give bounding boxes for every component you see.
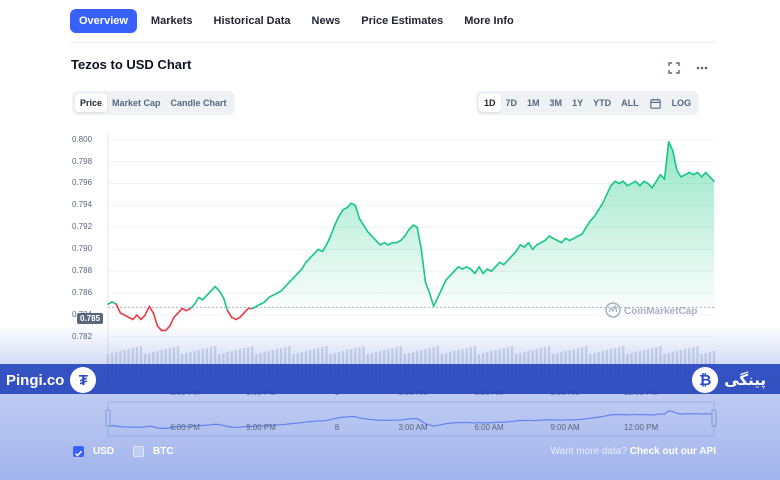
brand-left-name: Pingi.co [6, 371, 65, 389]
y-tick-label: 0.796 [72, 178, 93, 188]
price-line-segment [115, 303, 122, 314]
current-price-tag: 0.785 [77, 313, 104, 324]
usd-label[interactable]: USD [93, 446, 114, 457]
tether-logo-icon: ₮ [70, 367, 97, 393]
price-line-segment [222, 296, 229, 312]
price-chart[interactable]: CoinMarketCap [0, 0, 780, 480]
btc-label[interactable]: BTC [153, 446, 174, 457]
y-tick-label: 0.786 [72, 288, 93, 298]
navigator-tick-label: 9:00 AM [550, 423, 580, 432]
price-line-segment [169, 316, 175, 327]
y-tick-label: 0.798 [72, 156, 93, 166]
navigator-tick-label: 6:00 PM [170, 423, 200, 432]
price-line-segment [202, 294, 208, 301]
price-line-segment [136, 314, 142, 321]
bitcoin-logo-icon: ₿ [692, 367, 719, 393]
price-line-segment [218, 290, 225, 299]
usd-checkbox[interactable] [73, 446, 84, 457]
navigator-tick-label: 8 [334, 423, 340, 432]
y-tick-label: 0.782 [72, 332, 93, 342]
price-line-segment [177, 307, 184, 314]
price-line-segment [156, 325, 163, 332]
brand-right: ₿ پینگی [686, 367, 766, 393]
api-link[interactable]: Check out our API [630, 446, 716, 457]
y-tick-label: 0.790 [72, 244, 93, 254]
price-line-segment [193, 296, 200, 305]
price-line-segment [226, 309, 233, 319]
price-line-segment [140, 314, 146, 321]
y-tick-label: 0.794 [72, 200, 93, 210]
navigator-tick-label: 3:00 AM [398, 423, 428, 432]
watermark-text: CoinMarketCap [624, 306, 697, 317]
brand-bar [0, 364, 780, 394]
navigator-handle-right [711, 409, 717, 427]
price-line-segment [131, 314, 138, 321]
y-tick-label: 0.788 [72, 266, 93, 276]
navigator-tick-label: 9:00 PM [246, 423, 276, 432]
btc-checkbox[interactable] [133, 446, 144, 457]
api-prompt: Want more data? Check out our API [551, 446, 716, 457]
price-area-fill [256, 141, 714, 308]
y-tick-label: 0.800 [72, 134, 93, 144]
price-line-segment [164, 325, 171, 332]
navigator-tick-label: 6:00 AM [474, 423, 504, 432]
navigator-tick-label: 12:00 PM [623, 423, 659, 432]
price-line-segment [243, 307, 249, 314]
brand-right-name: پینگی [724, 372, 766, 389]
navigator-handle-left [105, 409, 111, 427]
y-tick-label: 0.792 [72, 222, 93, 232]
brand-left: Pingi.co ₮ [6, 367, 102, 393]
price-line-segment [214, 285, 221, 292]
price-line-segment [210, 285, 216, 292]
api-prompt-text: Want more data? [550, 446, 627, 457]
